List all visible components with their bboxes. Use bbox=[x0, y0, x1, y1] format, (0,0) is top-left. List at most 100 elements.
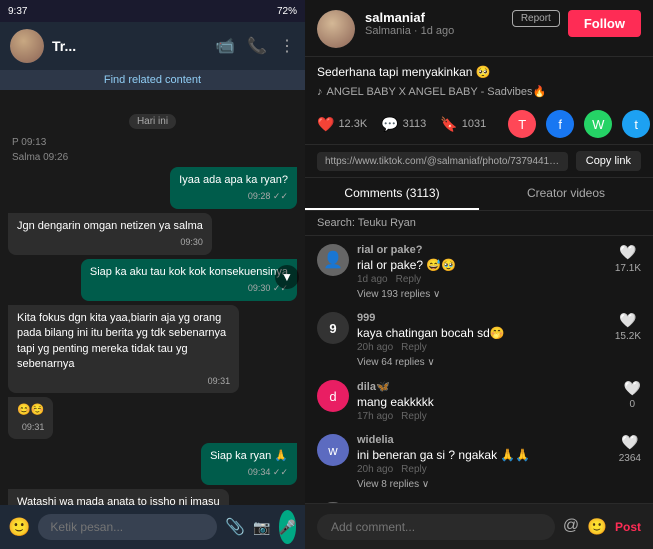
comment-meta: 20h ago Reply bbox=[357, 464, 607, 475]
view-replies-link[interactable]: View 8 replies ∨ bbox=[357, 479, 607, 490]
video-call-icon[interactable]: 📹 bbox=[215, 36, 235, 56]
message-time: 09:34 ✓✓ bbox=[210, 466, 288, 479]
list-item: w widelia ini beneran ga si ? ngakak 🙏🙏 … bbox=[317, 434, 641, 490]
message-time: 09:30 ✓✓ bbox=[90, 282, 288, 295]
twitter-share-icon[interactable]: t bbox=[622, 110, 650, 138]
post-comment-button[interactable]: Post bbox=[615, 520, 641, 534]
comment-meta: 20h ago Reply bbox=[357, 342, 603, 353]
comment-like-action[interactable]: 🤍 15.2K bbox=[615, 312, 641, 342]
find-related-text: Find related content bbox=[104, 74, 201, 86]
commenter-name: 999 bbox=[357, 312, 603, 324]
comment-input-bar: @ 🙂 Post bbox=[305, 503, 653, 549]
comment-like-action[interactable]: 🤍 2364 bbox=[619, 434, 641, 464]
report-badge[interactable]: Report bbox=[512, 10, 560, 27]
phone-icon[interactable]: 📞 bbox=[247, 36, 267, 56]
comment-meta: 1d ago Reply bbox=[357, 274, 603, 285]
comment-text: rial or pake? 😅🥹 bbox=[357, 258, 603, 272]
comment-input[interactable] bbox=[317, 514, 555, 540]
chat-info: Tr... bbox=[52, 38, 207, 54]
video-url: https://www.tiktok.com/@salmaniaf/photo/… bbox=[317, 152, 568, 171]
commenter-avatar: 👤 bbox=[317, 244, 349, 276]
comment-meta: 17h ago Reply bbox=[357, 411, 612, 422]
view-replies-link[interactable]: View 64 replies ∨ bbox=[357, 357, 603, 368]
scroll-down-button[interactable]: ▼ bbox=[275, 265, 299, 289]
reply-link[interactable]: Reply bbox=[401, 464, 427, 475]
stats-bar: ❤️ 12.3K 💬 3113 🔖 1031 T f W t in ↗ bbox=[305, 104, 653, 145]
bookmark-stat-icon: 🔖 bbox=[440, 116, 457, 133]
whatsapp-share-icon[interactable]: W bbox=[584, 110, 612, 138]
speaker-icon[interactable]: 🔊 bbox=[304, 519, 305, 536]
link-bar: https://www.tiktok.com/@salmaniaf/photo/… bbox=[305, 145, 653, 178]
comment-search-bar: Search: Teuku Ryan bbox=[305, 211, 653, 236]
message-input[interactable] bbox=[38, 514, 217, 540]
avatar bbox=[10, 29, 44, 63]
find-related-bar[interactable]: Find related content bbox=[0, 70, 305, 90]
chat-input-bar: 🙂 📎 📷 🎤 🔊 bbox=[0, 505, 305, 549]
search-label: Search: Teuku Ryan bbox=[317, 217, 416, 229]
list-item: d dila🦋 mang eakkkkk 17h ago Reply 🤍 0 bbox=[317, 380, 641, 422]
emoji-icon[interactable]: 🙂 bbox=[8, 517, 30, 538]
music-title: ANGEL BABY X ANGEL BABY - Sadvibes🔥 bbox=[327, 85, 547, 98]
message-time: 09:28 ✓✓ bbox=[179, 190, 288, 203]
more-options-icon[interactable]: ⋮ bbox=[279, 36, 295, 56]
table-row: Watashi wa mada anata to issho ni imasu … bbox=[8, 489, 229, 505]
reply-link[interactable]: Reply bbox=[401, 342, 427, 353]
emoji-picker-icon[interactable]: 🙂 bbox=[587, 517, 607, 537]
reply-link[interactable]: Reply bbox=[401, 411, 427, 422]
comment-like-action[interactable]: 🤍 17.1K bbox=[615, 244, 641, 274]
bookmarks-count: 1031 bbox=[462, 118, 486, 130]
comment-time: 20h ago bbox=[357, 342, 393, 353]
tab-comments[interactable]: Comments (3113) bbox=[305, 178, 479, 210]
status-bar: 9:37 72% bbox=[0, 0, 305, 22]
attach-icon[interactable]: 📎 bbox=[225, 517, 245, 537]
commenter-avatar: w bbox=[317, 434, 349, 466]
at-icon[interactable]: @ bbox=[563, 517, 579, 537]
likes-stat[interactable]: ❤️ 12.3K bbox=[317, 116, 367, 133]
heart-stat-icon: ❤️ bbox=[317, 116, 334, 133]
creator-info: salmaniaf Salmania · 1d ago bbox=[365, 10, 502, 37]
share-icons: T f W t in ↗ bbox=[508, 110, 653, 138]
chat-contact-name: Tr... bbox=[52, 38, 207, 54]
commenter-avatar: 9 bbox=[317, 312, 349, 344]
comments-stat[interactable]: 💬 3113 bbox=[381, 116, 426, 133]
message-text: Watashi wa mada anata to issho ni imasu bbox=[17, 496, 220, 505]
chat-messages: Hari ini P 09:13 Salma 09:26 Iyaa ada ap… bbox=[0, 90, 305, 505]
comment-like-action[interactable]: 🤍 0 bbox=[624, 380, 641, 410]
table-row: Jgn dengarin omgan netizen ya salma 09:3… bbox=[8, 213, 212, 255]
creator-username[interactable]: salmaniaf bbox=[365, 10, 502, 25]
comment-content: 999 kaya chatingan bocah sd🤭 20h ago Rep… bbox=[357, 312, 603, 368]
list-item: 👤 rial or pake? rial or pake? 😅🥹 1d ago … bbox=[317, 244, 641, 300]
view-replies-link[interactable]: View 193 replies ∨ bbox=[357, 289, 603, 300]
reply-link[interactable]: Reply bbox=[396, 274, 422, 285]
commenter-name: rial or pake? bbox=[357, 244, 603, 256]
chat-action-icons[interactable]: 📹 📞 ⋮ bbox=[215, 36, 295, 56]
bookmarks-stat[interactable]: 🔖 1031 bbox=[440, 116, 486, 133]
comment-content: rial or pake? rial or pake? 😅🥹 1d ago Re… bbox=[357, 244, 603, 300]
tab-creator-videos[interactable]: Creator videos bbox=[479, 178, 653, 210]
date-separator: Hari ini bbox=[129, 114, 176, 129]
comment-time: 1d ago bbox=[357, 274, 388, 285]
like-icon: 🤍 bbox=[624, 380, 641, 397]
creator-avatar bbox=[317, 10, 355, 48]
comment-stat-icon: 💬 bbox=[381, 116, 398, 133]
tiktok-panel: salmaniaf Salmania · 1d ago Report Follo… bbox=[305, 0, 653, 549]
video-caption: Sederhana tapi menyakinkan 🥺 bbox=[305, 57, 653, 83]
tiktok-share-icon[interactable]: T bbox=[508, 110, 536, 138]
camera-icon[interactable]: 📷 bbox=[253, 519, 270, 536]
table-row: Siap ka ryan 🙏 09:34 ✓✓ bbox=[201, 443, 297, 485]
commenter-avatar: d bbox=[317, 380, 349, 412]
mic-button[interactable]: 🎤 bbox=[279, 510, 296, 544]
copy-link-button[interactable]: Copy link bbox=[576, 151, 641, 171]
like-icon: 🤍 bbox=[619, 244, 636, 261]
music-note-icon: ♪ bbox=[317, 86, 323, 98]
comment-content: widelia ini beneran ga si ? ngakak 🙏🙏 20… bbox=[357, 434, 607, 490]
likes-count: 12.3K bbox=[338, 118, 367, 130]
whatsapp-panel: 9:37 72% Tr... 📹 📞 ⋮ Find related conten… bbox=[0, 0, 305, 549]
like-icon: 🤍 bbox=[619, 312, 636, 329]
comments-count: 3113 bbox=[403, 118, 427, 130]
facebook-share-icon[interactable]: f bbox=[546, 110, 574, 138]
message-text: Kita fokus dgn kita yaa,biarin aja yg or… bbox=[17, 312, 226, 370]
follow-button[interactable]: Follow bbox=[568, 10, 641, 37]
message-text: 😊☺️ bbox=[17, 404, 44, 416]
message-time: 09:31 bbox=[17, 421, 44, 434]
